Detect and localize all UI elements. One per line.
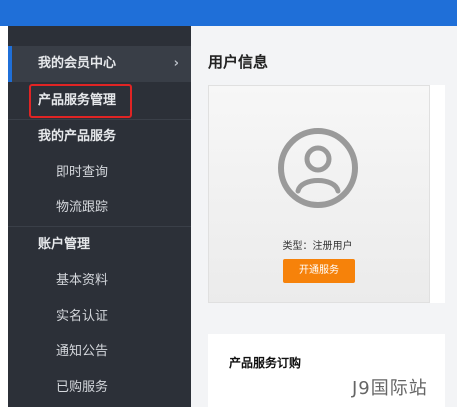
- sidebar-item-logistics-tracking[interactable]: 物流跟踪: [8, 190, 191, 226]
- sidebar-item-label: 通知公告: [56, 344, 109, 359]
- sidebar-item-label: 基本资料: [56, 273, 109, 288]
- sidebar-item-label: 实名认证: [56, 309, 109, 324]
- chevron-right-icon: ›: [173, 56, 179, 71]
- user-type-label: 类型：注册用户: [282, 241, 353, 252]
- sidebar-item-basic-info[interactable]: 基本资料: [8, 263, 191, 299]
- card-strip: [430, 85, 445, 303]
- sidebar-item-member-center[interactable]: 我的会员中心 ›: [8, 46, 191, 82]
- page-title: 用户信息: [208, 53, 269, 71]
- sidebar-item-label: 我的产品服务: [38, 129, 117, 144]
- watermark-logo: J9国际站: [352, 378, 428, 399]
- sidebar-item-label: 我的会员中心: [38, 56, 117, 71]
- sidebar-item-label: 已购服务: [56, 380, 109, 395]
- sidebar-item-label: 物流跟踪: [56, 200, 109, 215]
- highlight-annotation-box: [29, 84, 132, 118]
- active-indicator: [8, 46, 12, 82]
- sidebar-item-purchased-services[interactable]: 已购服务: [8, 370, 191, 406]
- sidebar-item-label: 即时查询: [56, 165, 109, 180]
- product-order-title: 产品服务订购: [229, 356, 302, 370]
- sidebar-item-my-product-services[interactable]: 我的产品服务: [8, 119, 191, 155]
- top-bar: [0, 0, 457, 26]
- sidebar-item-instant-query[interactable]: 即时查询: [8, 155, 191, 191]
- user-avatar-icon: [278, 128, 358, 208]
- sidebar-item-notices[interactable]: 通知公告: [8, 334, 191, 370]
- sidebar-item-real-name-auth[interactable]: 实名认证: [8, 299, 191, 335]
- sidebar-item-account-management[interactable]: 账户管理: [8, 227, 191, 263]
- sidebar-item-label: 账户管理: [38, 237, 91, 252]
- open-service-button[interactable]: 开通服务: [283, 259, 355, 283]
